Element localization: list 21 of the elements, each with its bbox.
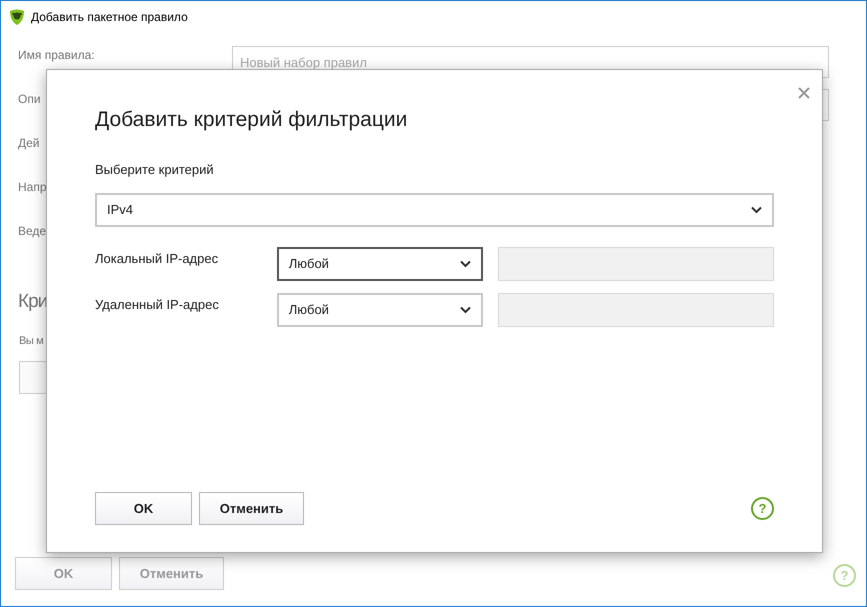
chevron-icon (751, 206, 762, 214)
address-select[interactable]: Любой (276, 247, 484, 281)
address-select[interactable]: Любой (276, 293, 484, 327)
field-label: Дей (18, 135, 40, 152)
criterion-select[interactable]: IPv4 (95, 193, 774, 227)
dialog-title: Добавить критерий фильтрации (95, 107, 408, 133)
field-label: Напр (18, 179, 47, 196)
shield-icon (9, 9, 25, 25)
window-title: Добавить пакетное правило (31, 9, 188, 26)
chevron-icon (460, 306, 472, 314)
field-label: Локальный IP-адрес (95, 250, 220, 268)
field-label: Имя правила: (18, 47, 95, 64)
field-label: Удаленный IP-адрес (95, 296, 220, 314)
section-text: Вы м (19, 334, 44, 349)
chevron-icon (460, 260, 472, 268)
cancel-button[interactable]: Отменить (199, 492, 304, 525)
close-icon[interactable] (798, 86, 810, 99)
ok-button[interactable]: OK (95, 492, 192, 525)
field-label: Выберите критерий (95, 160, 215, 179)
field-label: Веде (18, 223, 46, 240)
field-label: Опи (18, 91, 41, 108)
